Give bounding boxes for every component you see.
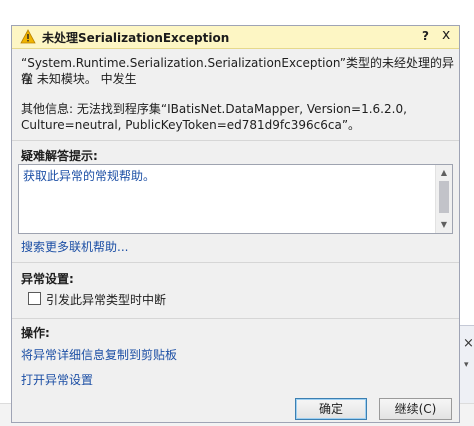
close-button[interactable]: x (442, 27, 450, 43)
break-on-exception-label[interactable]: 引发此异常类型时中断 (46, 291, 166, 308)
dialog-title: 未处理SerializationException (42, 31, 230, 45)
scroll-thumb[interactable] (439, 181, 449, 213)
continue-button[interactable]: 继续(C) (379, 398, 452, 420)
tips-scrollbar[interactable]: ▲ ▼ (435, 165, 452, 233)
background-dropdown-icon[interactable]: ▾ (464, 360, 469, 370)
troubleshooting-heading: 疑难解答提示: (21, 149, 98, 163)
additional-info-line1: 其他信息: 无法找到程序集“IBatisNet.DataMapper, Vers… (21, 102, 407, 116)
divider (12, 318, 459, 319)
ok-button[interactable]: 确定 (295, 398, 367, 420)
scroll-down-icon[interactable]: ▼ (436, 218, 452, 232)
exception-dialog: 未处理SerializationException ? x “System.Ru… (11, 25, 460, 423)
exception-message-line2: 在 未知模块。 中发生 (21, 72, 137, 86)
background-close-icon[interactable]: × (463, 336, 474, 351)
tip-link-general-help[interactable]: 获取此异常的常规帮助。 (23, 167, 155, 184)
search-online-help-link[interactable]: 搜索更多联机帮助... (21, 238, 128, 255)
open-exception-settings-link[interactable]: 打开异常设置 (21, 371, 93, 388)
dialog-titlebar: 未处理SerializationException ? x (12, 26, 459, 49)
troubleshooting-list: 获取此异常的常规帮助。 ▲ ▼ (18, 164, 453, 234)
break-on-exception-checkbox[interactable] (28, 292, 41, 305)
actions-heading: 操作: (21, 326, 50, 340)
help-button[interactable]: ? (422, 29, 429, 43)
copy-exception-details-link[interactable]: 将异常详细信息复制到剪贴板 (21, 346, 177, 363)
scroll-up-icon[interactable]: ▲ (436, 166, 452, 180)
divider (12, 140, 459, 141)
additional-info-line2: Culture=neutral, PublicKeyToken=ed781d9f… (21, 118, 361, 132)
warning-icon (20, 29, 36, 44)
divider (12, 262, 459, 263)
exception-settings-heading: 异常设置: (21, 272, 74, 286)
